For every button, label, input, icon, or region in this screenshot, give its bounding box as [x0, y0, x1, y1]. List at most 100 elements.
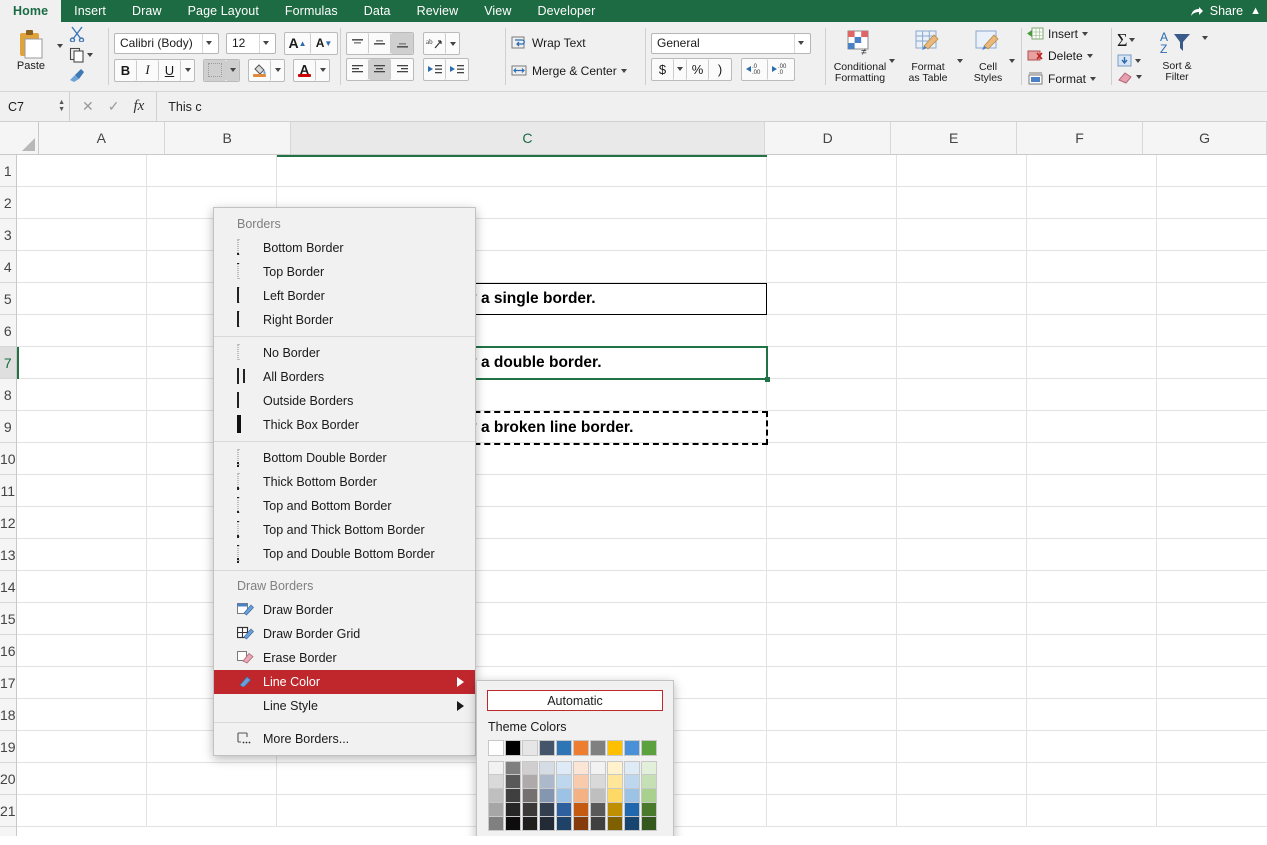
grid-cell-G4[interactable]: [1156, 251, 1267, 283]
theme-color-swatch-4[interactable]: [556, 740, 572, 756]
grid-cell-G7[interactable]: [1156, 347, 1267, 379]
fill-caret[interactable]: [1135, 58, 1141, 63]
cancel-edit-icon[interactable]: ✕: [82, 98, 94, 115]
theme-color-swatch-8[interactable]: [624, 740, 640, 756]
grid-cell-G18[interactable]: [1156, 699, 1267, 731]
decrease-font-size-button[interactable]: A ▼: [311, 33, 337, 54]
increase-decimal-button[interactable]: .0 .00: [742, 58, 768, 80]
grid-cell-B21[interactable]: [146, 795, 277, 827]
menu-item-draw-border-grid[interactable]: Draw Border Grid: [214, 622, 475, 646]
grid-cell-G13[interactable]: [1156, 539, 1267, 571]
grid-cell-A10[interactable]: [16, 443, 147, 475]
grid-cell-F18[interactable]: [1026, 699, 1157, 731]
grid-cell-D8[interactable]: [766, 379, 897, 411]
theme-variant-swatch-6-4[interactable]: [590, 817, 606, 831]
grid-cell-G2[interactable]: [1156, 187, 1267, 219]
grid-cell-E5[interactable]: [896, 283, 1027, 315]
theme-variant-swatch-9-4[interactable]: [641, 817, 657, 831]
collapse-ribbon-icon[interactable]: ▲: [1250, 5, 1261, 17]
row-header-16[interactable]: 16: [0, 635, 16, 667]
grid-cell-F20[interactable]: [1026, 763, 1157, 795]
grid-cell-E12[interactable]: [896, 507, 1027, 539]
theme-variant-swatch-5-1[interactable]: [573, 775, 589, 789]
italic-button[interactable]: I: [137, 59, 159, 81]
grid-cell-F4[interactable]: [1026, 251, 1157, 283]
theme-color-swatch-7[interactable]: [607, 740, 623, 756]
grid-cell-F12[interactable]: [1026, 507, 1157, 539]
grid-cell-B1[interactable]: [146, 155, 277, 187]
theme-variant-swatch-9-3[interactable]: [641, 803, 657, 817]
underline-dropdown-caret[interactable]: [181, 60, 194, 81]
menu-item-line-style[interactable]: Line Style: [214, 694, 475, 718]
menu-item-draw-border[interactable]: Draw Border: [214, 598, 475, 622]
grid-cell-E8[interactable]: [896, 379, 1027, 411]
grid-cell-D21[interactable]: [766, 795, 897, 827]
column-header-c[interactable]: C: [290, 122, 766, 154]
grid-cell-B20[interactable]: [146, 763, 277, 795]
column-header-e[interactable]: E: [891, 122, 1018, 154]
grid-cell-G21[interactable]: [1156, 795, 1267, 827]
grid-cell-F21[interactable]: [1026, 795, 1157, 827]
grid-cell-F6[interactable]: [1026, 315, 1157, 347]
grid-cell-A1[interactable]: [16, 155, 147, 187]
merge-center-caret[interactable]: [620, 68, 627, 73]
borders-dropdown-caret[interactable]: [226, 59, 239, 81]
row-header-2[interactable]: 2: [0, 187, 16, 219]
orientation-caret[interactable]: [446, 33, 459, 54]
grid-cell-A8[interactable]: [16, 379, 147, 411]
menu-item-left-border[interactable]: Left Border: [214, 284, 475, 308]
copy-dropdown-caret[interactable]: [87, 53, 93, 57]
tab-data[interactable]: Data: [351, 0, 404, 22]
theme-variant-swatch-3-3[interactable]: [539, 803, 555, 817]
theme-variant-swatch-6-0[interactable]: [590, 761, 606, 775]
grid-cell-F13[interactable]: [1026, 539, 1157, 571]
theme-variant-swatch-2-2[interactable]: [522, 789, 538, 803]
align-left-button[interactable]: [347, 59, 369, 80]
grid-cell-E9[interactable]: [896, 411, 1027, 443]
theme-variant-swatch-2-3[interactable]: [522, 803, 538, 817]
cell-styles-button[interactable]: Cell Styles: [967, 29, 1009, 84]
theme-variant-swatch-2-0[interactable]: [522, 761, 538, 775]
grid-cell-A21[interactable]: [16, 795, 147, 827]
theme-variant-swatch-9-1[interactable]: [641, 775, 657, 789]
menu-item-outside-borders[interactable]: Outside Borders: [214, 389, 475, 413]
grid-cell-F11[interactable]: [1026, 475, 1157, 507]
grid-cell-D19[interactable]: [766, 731, 897, 763]
tab-review[interactable]: Review: [404, 0, 472, 22]
comma-button[interactable]: ): [709, 59, 731, 80]
menu-item-no-border[interactable]: No Border: [214, 341, 475, 365]
row-header-15[interactable]: 15: [0, 603, 16, 635]
delete-cells-button[interactable]: Delete: [1027, 46, 1096, 66]
grid-cell-F14[interactable]: [1026, 571, 1157, 603]
theme-variant-swatch-4-4[interactable]: [556, 817, 572, 831]
row-header-12[interactable]: 12: [0, 507, 16, 539]
decrease-decimal-button[interactable]: .00 .0: [768, 59, 794, 80]
grid-cell-D17[interactable]: [766, 667, 897, 699]
grid-cell-F7[interactable]: [1026, 347, 1157, 379]
grid-cell-G11[interactable]: [1156, 475, 1267, 507]
grid-cell-D10[interactable]: [766, 443, 897, 475]
delete-cells-caret[interactable]: [1086, 54, 1093, 59]
grid-cell-G3[interactable]: [1156, 219, 1267, 251]
tab-formulas[interactable]: Formulas: [272, 0, 351, 22]
conditional-formatting-caret[interactable]: [889, 58, 895, 63]
row-header-6[interactable]: 6: [0, 315, 16, 347]
row-header-17[interactable]: 17: [0, 667, 16, 699]
grid-cell-A14[interactable]: [16, 571, 147, 603]
grid-cell-E18[interactable]: [896, 699, 1027, 731]
grid-cell-E14[interactable]: [896, 571, 1027, 603]
grid-cell-A18[interactable]: [16, 699, 147, 731]
grid-cell-E16[interactable]: [896, 635, 1027, 667]
theme-color-swatch-2[interactable]: [522, 740, 538, 756]
grid-cell-F2[interactable]: [1026, 187, 1157, 219]
grid-cell-D6[interactable]: [766, 315, 897, 347]
theme-variant-swatch-0-0[interactable]: [488, 761, 504, 775]
increase-indent-button[interactable]: [446, 59, 468, 80]
grid-cell-G17[interactable]: [1156, 667, 1267, 699]
grid-cell-A4[interactable]: [16, 251, 147, 283]
font-family-caret[interactable]: [202, 33, 215, 53]
automatic-color-button[interactable]: Automatic: [487, 690, 663, 711]
theme-variant-swatch-3-1[interactable]: [539, 775, 555, 789]
clear-button[interactable]: [1117, 71, 1142, 84]
grid-cell-F5[interactable]: [1026, 283, 1157, 315]
